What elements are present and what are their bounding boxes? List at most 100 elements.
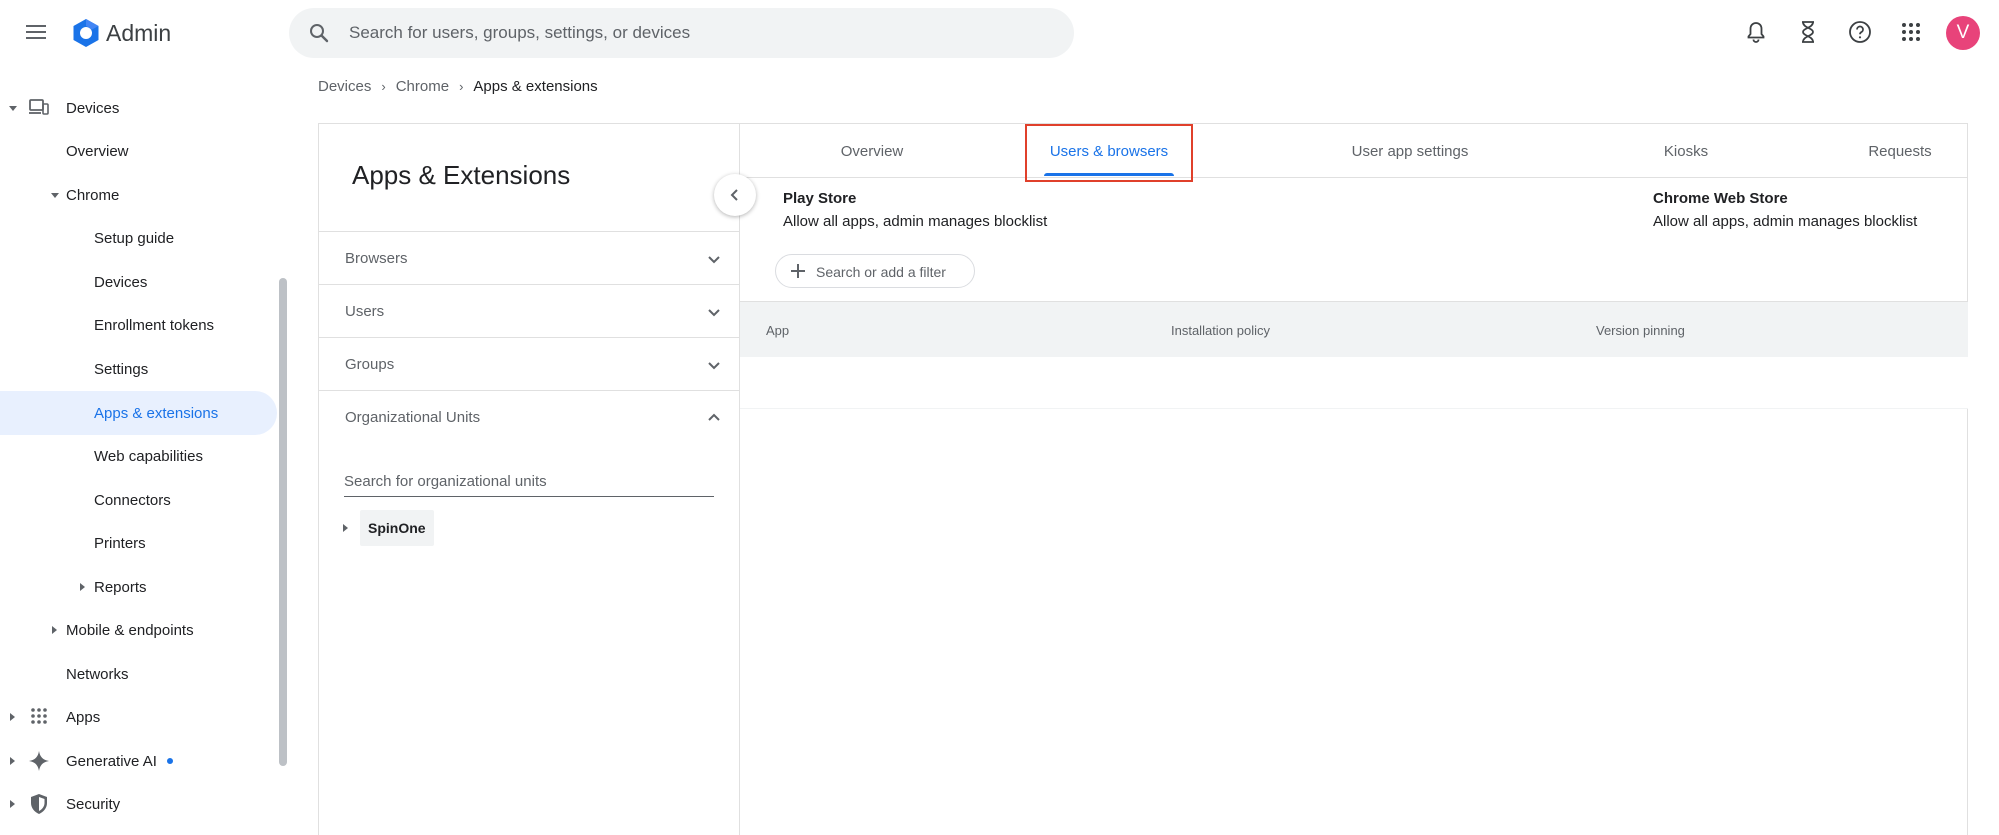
sidebar-item-label: Printers: [94, 534, 146, 552]
tab-user-app-settings[interactable]: User app settings: [1310, 124, 1510, 178]
chevron-down-icon: [708, 309, 720, 317]
main-card: Apps & Extensions Browsers Users Groups …: [318, 123, 1968, 835]
tab-overview[interactable]: Overview: [772, 124, 972, 178]
admin-logo-icon[interactable]: [70, 17, 102, 49]
filter-label: Groups: [345, 356, 395, 373]
new-indicator-dot: [166, 758, 173, 764]
sidebar-nav: Devices Overview Chrome Setup guide Devi…: [0, 88, 290, 835]
sidebar-item-apps-extensions[interactable]: Apps & extensions: [0, 391, 277, 435]
apps-grid-icon: [31, 708, 47, 724]
sidebar-item-label: Apps & extensions: [94, 404, 219, 422]
chevron-left-icon: [730, 189, 738, 201]
devices-icon: [29, 99, 49, 115]
account-avatar[interactable]: V: [1946, 16, 1980, 50]
sidebar-item-generative-ai[interactable]: Generative AI: [0, 741, 270, 781]
breadcrumb-chrome[interactable]: Chrome: [396, 78, 449, 95]
caret-down-icon: [51, 193, 59, 198]
sidebar-item-chrome-devices[interactable]: Devices: [0, 262, 270, 302]
sidebar-item-label: Web capabilities: [94, 447, 203, 465]
chevron-right-icon: ›: [459, 78, 464, 94]
chevron-right-icon: ›: [381, 78, 386, 94]
filter-browsers[interactable]: Browsers: [319, 231, 739, 284]
page-title: Apps & Extensions: [352, 160, 571, 190]
caret-right-icon: [10, 757, 15, 765]
sidebar-item-label: Reports: [94, 578, 147, 596]
sidebar-item-apps[interactable]: Apps: [0, 697, 270, 737]
caret-right-icon: [343, 524, 348, 532]
chevron-up-icon: [708, 413, 720, 421]
breadcrumb-devices[interactable]: Devices: [318, 78, 371, 95]
global-search[interactable]: [289, 8, 1074, 58]
apps-table-body: [740, 357, 1968, 409]
caret-right-icon: [52, 626, 57, 634]
sidebar-item-chrome[interactable]: Chrome: [0, 175, 270, 215]
chrome-web-store-title: Chrome Web Store: [1653, 190, 1788, 207]
hourglass-tasks-icon[interactable]: [1794, 18, 1822, 46]
filter-label: Users: [345, 303, 385, 320]
filter-users[interactable]: Users: [319, 284, 739, 337]
apps-content: Overview Users & browsers User app setti…: [740, 124, 1968, 835]
apps-table-header: App Installation policy Version pinning: [740, 301, 1968, 357]
help-icon[interactable]: [1846, 18, 1874, 46]
add-filter-chip[interactable]: Search or add a filter: [775, 254, 975, 288]
collapse-panel-button[interactable]: [714, 174, 756, 216]
sidebar-item-label: Setup guide: [94, 229, 175, 247]
sidebar-item-devices[interactable]: Devices: [0, 88, 270, 128]
filter-groups[interactable]: Groups: [319, 337, 739, 390]
tab-requests[interactable]: Requests: [1820, 124, 1980, 178]
sidebar-item-security[interactable]: Security: [0, 784, 270, 824]
sidebar-item-mobile-endpoints[interactable]: Mobile & endpoints: [0, 610, 270, 650]
chevron-down-icon: [708, 256, 720, 264]
shield-icon: [31, 794, 47, 814]
sidebar-item-label: Security: [66, 795, 121, 813]
filter-organizational-units[interactable]: Organizational Units: [319, 390, 739, 443]
ou-search-input[interactable]: [344, 467, 714, 497]
play-store-title: Play Store: [783, 190, 857, 207]
sidebar-item-overview[interactable]: Overview: [0, 131, 270, 171]
column-header-installation-policy[interactable]: Installation policy: [1171, 323, 1270, 338]
search-input[interactable]: [349, 8, 1049, 58]
notifications-bell-icon[interactable]: [1742, 18, 1770, 46]
sidebar-item-printers[interactable]: Printers: [0, 523, 270, 563]
sidebar-item-settings[interactable]: Settings: [0, 349, 270, 389]
sidebar-item-enrollment-tokens[interactable]: Enrollment tokens: [0, 305, 270, 345]
chrome-web-store-policy: Chrome Web Store Allow all apps, admin m…: [1653, 190, 1917, 230]
sidebar-item-setup-guide[interactable]: Setup guide: [0, 218, 270, 258]
filter-label: Organizational Units: [345, 409, 481, 426]
top-bar: Admin V: [0, 0, 1999, 66]
sidebar-item-label: Generative AI: [66, 752, 157, 770]
caret-right-icon: [80, 583, 85, 591]
sidebar-item-label: Connectors: [94, 491, 171, 509]
sidebar-item-networks[interactable]: Networks: [0, 654, 270, 694]
sidebar-item-web-capabilities[interactable]: Web capabilities: [0, 436, 270, 476]
sidebar-item-reports[interactable]: Reports: [0, 567, 270, 607]
play-store-policy: Play Store Allow all apps, admin manages…: [783, 190, 1047, 230]
filter-chip-label: Search or add a filter: [816, 264, 946, 280]
tab-kiosks[interactable]: Kiosks: [1606, 124, 1766, 178]
hamburger-menu-icon[interactable]: [24, 21, 48, 45]
sidebar-item-label: Networks: [66, 665, 129, 683]
sidebar-item-label: Overview: [66, 142, 129, 160]
caret-right-icon: [10, 800, 15, 808]
ou-node-label: SpinOne: [360, 510, 434, 546]
app-brand[interactable]: Admin: [106, 20, 171, 47]
plus-icon: [791, 264, 805, 278]
sidebar-item-label: Settings: [94, 360, 149, 378]
sidebar-item-label: Devices: [66, 99, 120, 117]
sidebar-item-connectors[interactable]: Connectors: [0, 480, 270, 520]
sidebar-scrollbar[interactable]: [279, 278, 287, 766]
caret-down-icon: [9, 106, 17, 111]
tab-bar: Overview Users & browsers User app setti…: [740, 124, 1968, 178]
column-header-version-pinning[interactable]: Version pinning: [1596, 323, 1685, 338]
play-store-desc: Allow all apps, admin manages blocklist: [783, 213, 1048, 230]
sidebar-item-label: Chrome: [66, 186, 120, 204]
tab-users-browsers[interactable]: Users & browsers: [1026, 124, 1192, 178]
ou-tree-node-root[interactable]: SpinOne: [343, 508, 434, 548]
filter-label: Browsers: [345, 250, 408, 267]
filter-panel: Apps & Extensions Browsers Users Groups …: [319, 124, 740, 835]
sidebar-item-label: Mobile & endpoints: [66, 621, 194, 639]
caret-right-icon: [10, 713, 15, 721]
sparkle-icon: [29, 751, 49, 771]
apps-grid-icon[interactable]: [1897, 18, 1925, 46]
column-header-app[interactable]: App: [766, 323, 789, 338]
